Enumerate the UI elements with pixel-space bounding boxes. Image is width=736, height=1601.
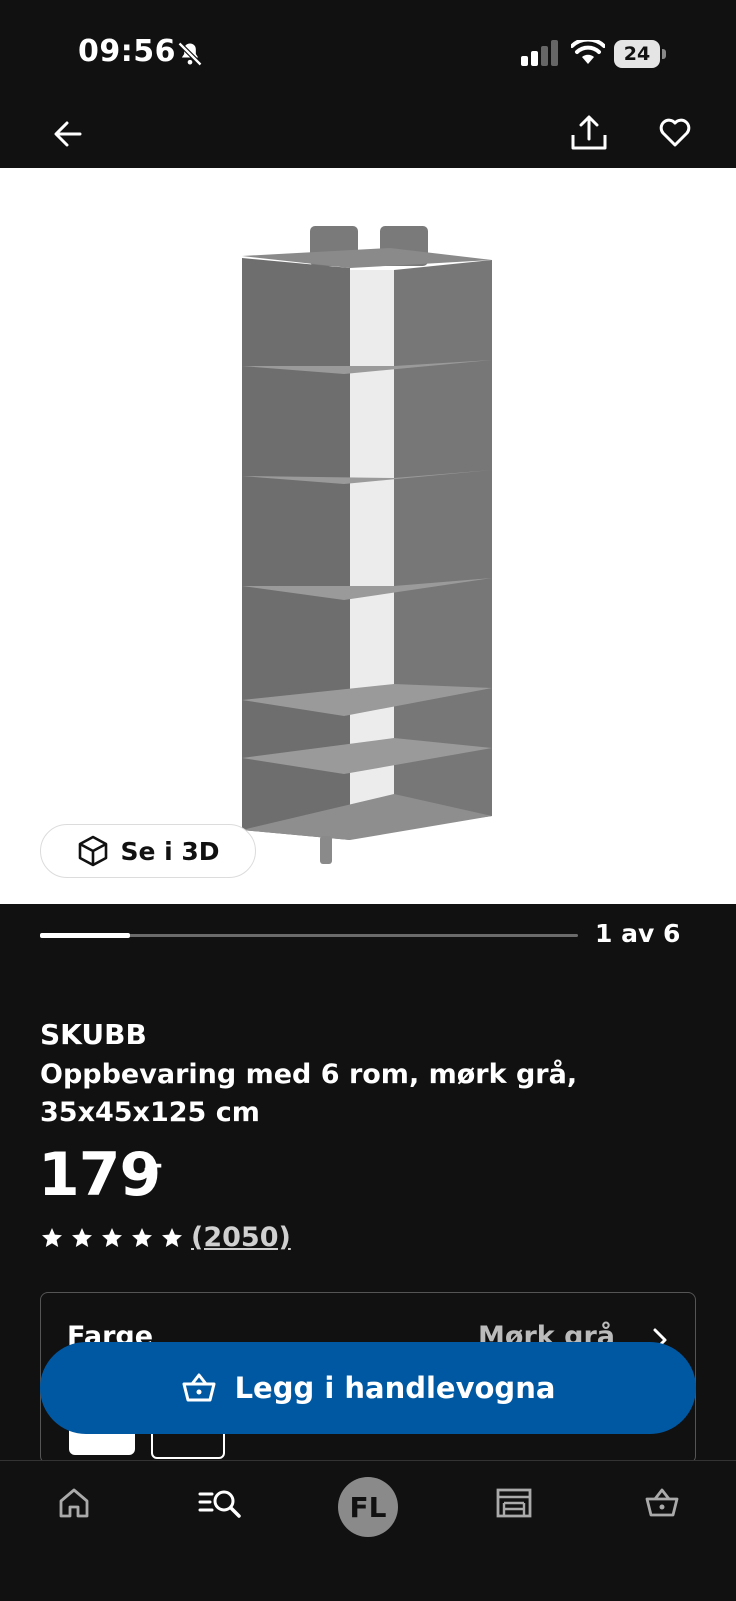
status-time: 09:56 <box>78 34 176 69</box>
price-suffix: ,- <box>142 1150 163 1180</box>
battery-indicator: 24 <box>614 40 666 68</box>
product-description: Oppbevaring med 6 rom, mørk grå, 35x45x1… <box>40 1059 578 1128</box>
heart-icon <box>659 118 691 147</box>
share-button[interactable] <box>566 110 612 156</box>
carousel-track <box>40 933 578 938</box>
product-image-area[interactable]: Se i 3D <box>0 168 736 904</box>
signal-icon <box>521 40 558 66</box>
basket-icon <box>182 1373 216 1402</box>
basket-icon <box>645 1488 679 1517</box>
cube-icon <box>79 835 108 867</box>
search-list-icon <box>198 1490 241 1518</box>
review-count-link[interactable]: (2050) <box>191 1222 291 1253</box>
tab-profile[interactable]: FL <box>338 1477 398 1537</box>
battery-tip <box>662 49 666 59</box>
add-to-cart-label: Legg i handlevogna <box>234 1371 556 1405</box>
bell-off-icon <box>177 41 203 67</box>
view-3d-button[interactable]: Se i 3D <box>40 824 256 878</box>
product-image <box>242 226 492 864</box>
share-icon <box>571 115 607 150</box>
home-icon <box>59 1488 89 1518</box>
star-icon <box>162 1228 182 1247</box>
carousel-progress <box>40 933 130 938</box>
carousel-counter: 1 av 6 <box>595 919 681 948</box>
favorite-button[interactable] <box>652 110 698 156</box>
store-icon <box>496 1488 532 1518</box>
wifi-icon <box>571 40 605 64</box>
battery-level: 24 <box>623 43 651 65</box>
top-nav <box>0 100 736 168</box>
tab-search[interactable] <box>190 1461 250 1545</box>
star-icon <box>132 1228 152 1247</box>
tab-home[interactable] <box>44 1461 104 1545</box>
arrow-left-icon <box>54 121 82 147</box>
add-to-cart-button[interactable]: Legg i handlevogna <box>40 1342 696 1434</box>
back-button[interactable] <box>46 112 90 156</box>
status-bar: 09:56 24 <box>0 0 736 100</box>
star-icon <box>102 1228 122 1247</box>
star-icon <box>42 1228 62 1247</box>
tab-store[interactable] <box>484 1461 544 1545</box>
bottom-nav: FL <box>0 1460 736 1601</box>
product-brand: SKUBB <box>40 1018 147 1051</box>
view-3d-label: Se i 3D <box>120 836 220 866</box>
rating-stars[interactable] <box>40 1226 184 1250</box>
star-icon <box>72 1228 92 1247</box>
image-carousel-indicator: 1 av 6 <box>0 904 736 964</box>
tab-cart[interactable] <box>632 1461 692 1545</box>
